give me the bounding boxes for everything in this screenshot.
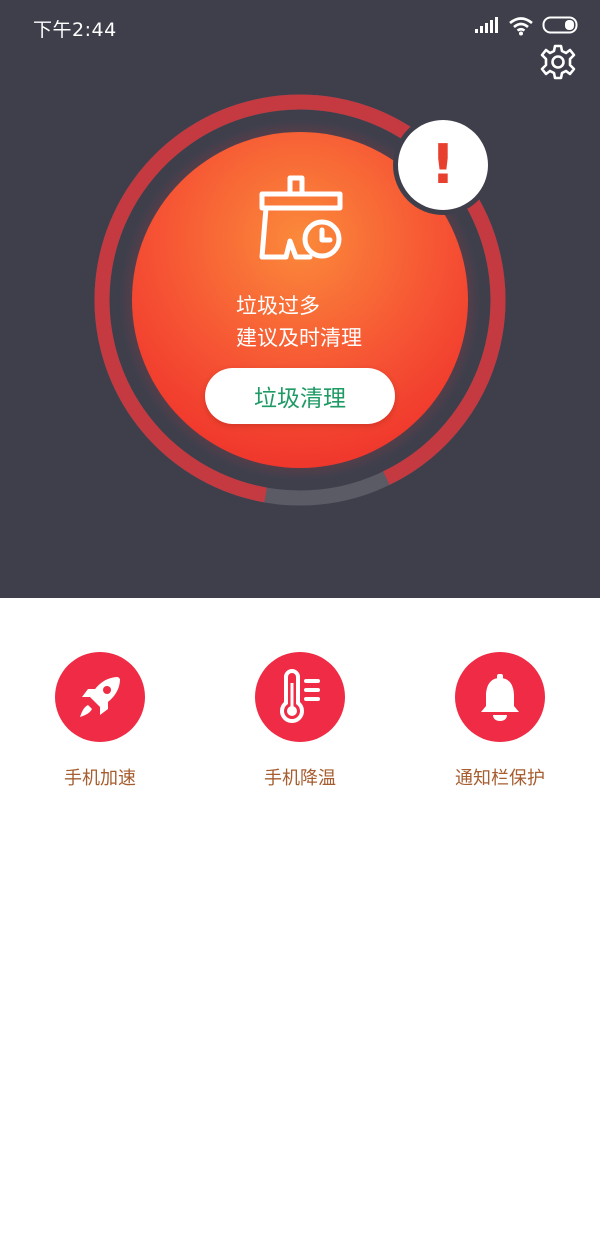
status-message: 垃圾过多 建议及时清理 bbox=[236, 290, 362, 354]
thermometer-icon bbox=[280, 669, 320, 723]
feature-phone-speedup[interactable]: 手机加速 bbox=[20, 652, 180, 790]
clean-junk-button[interactable]: 垃圾清理 bbox=[205, 368, 395, 424]
broom-clock-icon bbox=[259, 175, 343, 260]
alert-badge: ! bbox=[398, 120, 488, 210]
feature-icon-circle bbox=[455, 652, 545, 742]
bell-icon bbox=[481, 674, 519, 721]
feature-label: 手机加速 bbox=[64, 768, 136, 789]
feature-icon-circle bbox=[55, 652, 145, 742]
rocket-icon bbox=[80, 677, 120, 717]
feature-label: 手机降温 bbox=[264, 768, 336, 789]
feature-label: 通知栏保护 bbox=[455, 768, 545, 789]
status-line-2: 建议及时清理 bbox=[236, 326, 362, 350]
feature-icon-circle bbox=[255, 652, 345, 742]
feature-phone-cooldown[interactable]: 手机降温 bbox=[220, 652, 380, 790]
feature-notification-protect[interactable]: 通知栏保护 bbox=[420, 652, 580, 790]
top-panel: 下午2:44 垃圾过多 建议及时清理 垃圾清理 ! bbox=[0, 0, 600, 598]
status-line-1: 垃圾过多 bbox=[236, 294, 320, 318]
alert-icon: ! bbox=[430, 133, 456, 196]
